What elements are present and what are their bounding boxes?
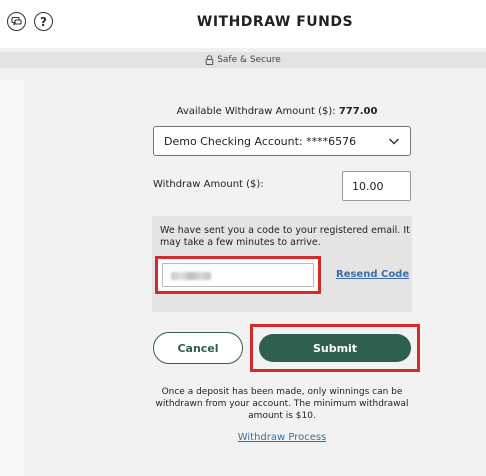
secure-label: Safe & Secure [217, 55, 281, 65]
withdraw-screen: ? WITHDRAW FUNDS Safe & Secure Available… [0, 0, 486, 476]
withdraw-process-link[interactable]: Withdraw Process [152, 432, 412, 443]
redacted-code [171, 272, 211, 280]
page-title: WITHDRAW FUNDS [196, 14, 354, 30]
left-gutter [0, 80, 24, 476]
chat-bubble-icon [11, 16, 22, 26]
available-amount: Available Withdraw Amount ($): 777.00 [152, 106, 402, 117]
available-label: Available Withdraw Amount ($): [176, 106, 339, 117]
amount-label: Withdraw Amount ($): [153, 179, 264, 190]
header-bar: ? WITHDRAW FUNDS [0, 0, 486, 48]
withdraw-note: Once a deposit has been made, only winni… [155, 387, 409, 421]
code-input-highlight [155, 256, 321, 294]
chevron-down-icon [388, 136, 400, 149]
chat-icon[interactable] [7, 12, 26, 31]
verification-code-input[interactable] [162, 263, 314, 287]
resend-code-link[interactable]: Resend Code [336, 269, 409, 280]
verification-code-panel: We have sent you a code to your register… [152, 216, 412, 312]
lock-icon [205, 55, 214, 65]
cancel-button[interactable]: Cancel [153, 332, 243, 364]
help-glyph: ? [40, 14, 47, 29]
available-value: 777.00 [338, 106, 378, 117]
help-icon[interactable]: ? [34, 12, 53, 31]
account-selected-value: Demo Checking Account: ****6576 [164, 134, 357, 148]
withdraw-card: Available Withdraw Amount ($): 777.00 De… [24, 80, 486, 476]
account-select[interactable]: Demo Checking Account: ****6576 [153, 126, 411, 156]
submit-highlight: Submit [250, 324, 420, 372]
code-sent-message: We have sent you a code to your register… [160, 225, 410, 248]
submit-button[interactable]: Submit [259, 334, 411, 362]
secure-bar: Safe & Secure [0, 52, 486, 68]
amount-value: 10.00 [352, 179, 384, 193]
amount-input[interactable]: 10.00 [342, 171, 411, 201]
